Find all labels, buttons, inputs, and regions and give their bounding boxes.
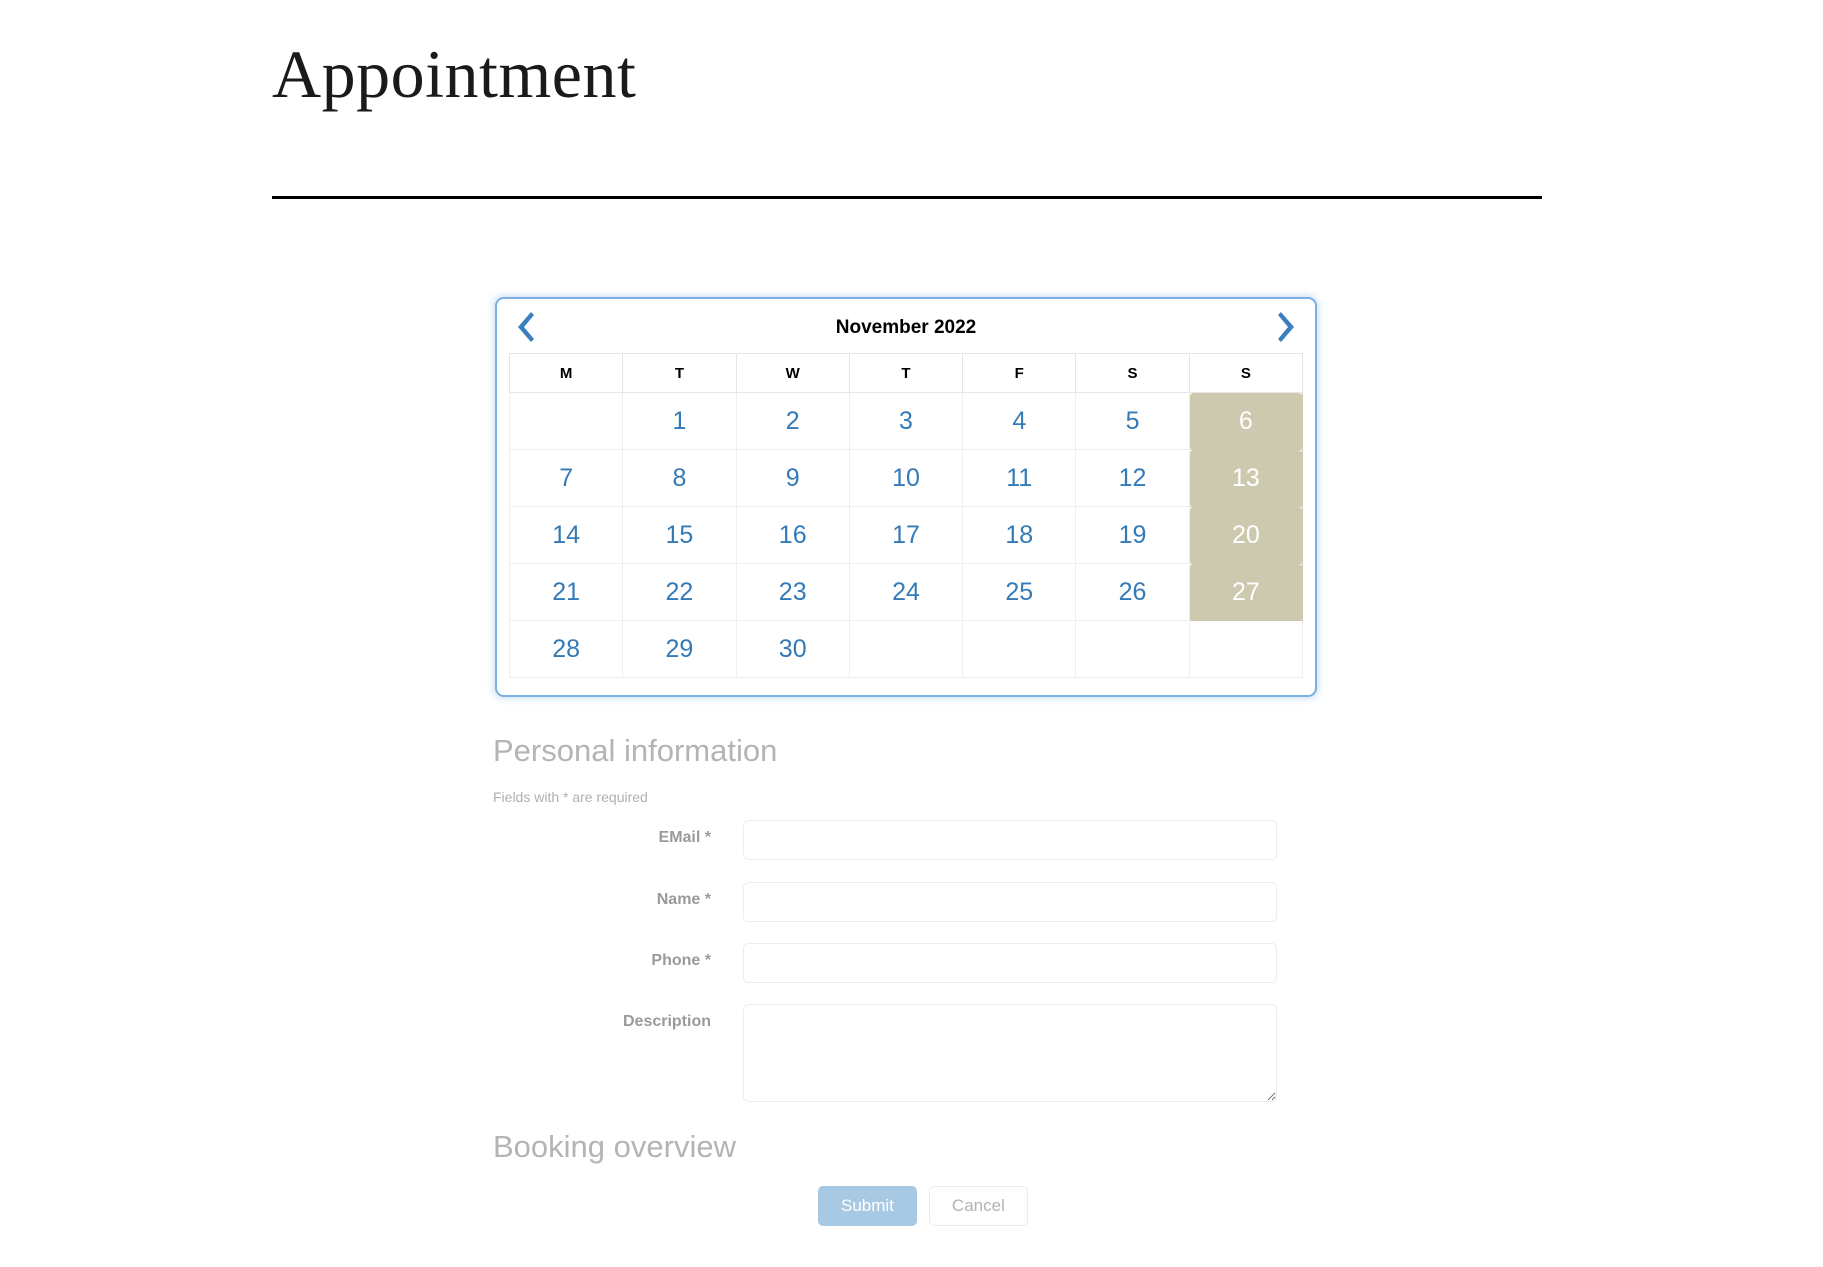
calendar-weekday-6: S (1188, 353, 1304, 393)
form-row-description: Description (493, 1004, 1315, 1102)
submit-button[interactable]: Submit (818, 1186, 917, 1227)
calendar-day[interactable]: 23 (735, 563, 850, 621)
title-divider (272, 196, 1542, 199)
phone-required-mark: * (704, 952, 711, 969)
calendar-day[interactable]: 4 (962, 392, 1077, 450)
phone-field[interactable] (743, 943, 1277, 983)
calendar-day[interactable]: 29 (622, 620, 737, 678)
calendar-day-empty (1075, 620, 1190, 678)
calendar-panel: November 2022 MTWTFSS 1 2 3 4 5 6 7 8 9 10 11 12 13 1… (495, 297, 1317, 697)
phone-label-text: Phone (651, 952, 701, 969)
page-title: Appointment (272, 35, 637, 112)
calendar-weekday-row: MTWTFSS (508, 353, 1304, 393)
calendar-day-disabled: 6 (1188, 392, 1304, 450)
calendar-week-row: 14 15 16 17 18 19 20 (508, 506, 1304, 564)
calendar-month-label: November 2022 (835, 317, 977, 338)
calendar-day[interactable]: 19 (1075, 506, 1190, 564)
calendar-day-empty (1188, 620, 1304, 678)
calendar-day[interactable]: 7 (508, 449, 624, 507)
calendar-day[interactable]: 9 (735, 449, 850, 507)
description-label: Description (493, 1004, 743, 1031)
email-label: EMail * (493, 820, 743, 847)
cancel-button[interactable]: Cancel (928, 1186, 1028, 1227)
calendar-day[interactable]: 12 (1075, 449, 1190, 507)
calendar-day[interactable]: 1 (622, 392, 737, 450)
next-month-button[interactable] (1261, 307, 1307, 347)
calendar-day[interactable]: 21 (508, 563, 624, 621)
calendar-week-row: 123456 (508, 392, 1304, 450)
calendar-day[interactable]: 17 (848, 506, 964, 564)
calendar-weekday-2: W (735, 353, 850, 393)
calendar-day[interactable]: 18 (962, 506, 1077, 564)
calendar-day-empty (508, 392, 624, 450)
calendar-weekday-3: T (848, 353, 964, 393)
chevron-right-icon (1274, 312, 1294, 342)
name-label: Name * (493, 882, 743, 909)
calendar-day[interactable]: 14 (508, 506, 624, 564)
description-field[interactable] (743, 1004, 1277, 1102)
booking-overview-heading: Booking overview (493, 1129, 736, 1164)
calendar-day[interactable]: 22 (622, 563, 737, 621)
calendar-day-empty (848, 620, 964, 678)
calendar-day[interactable]: 25 (962, 563, 1077, 621)
calendar-day[interactable]: 26 (1075, 563, 1190, 621)
calendar-week-row: 7 8 9 10 11 12 13 (508, 449, 1304, 507)
calendar-day[interactable]: 8 (622, 449, 737, 507)
email-required-mark: * (704, 829, 711, 846)
calendar-weekday-0: M (508, 353, 624, 393)
name-label-text: Name (656, 891, 701, 908)
personal-information-heading: Personal information (493, 733, 778, 768)
form-row-email: EMail * (493, 820, 1315, 860)
calendar-day-empty (962, 620, 1077, 678)
calendar-day[interactable]: 10 (848, 449, 964, 507)
email-field[interactable] (743, 820, 1277, 860)
form-row-name: Name * (493, 882, 1315, 922)
calendar-day-disabled: 13 (1188, 449, 1304, 507)
required-fields-note: Fields with * are required (493, 789, 648, 805)
calendar-day[interactable]: 24 (848, 563, 964, 621)
calendar-weekday-4: F (962, 353, 1077, 393)
phone-label: Phone * (493, 943, 743, 970)
calendar-day-disabled: 20 (1188, 506, 1304, 564)
calendar-day-disabled: 27 (1188, 563, 1304, 621)
calendar-day[interactable]: 11 (962, 449, 1077, 507)
calendar-day[interactable]: 2 (735, 392, 850, 450)
calendar-day[interactable]: 28 (508, 620, 624, 678)
calendar-week-row: 21 22 23 24 25 26 27 (508, 563, 1304, 621)
calendar-grid: MTWTFSS 1 2 3 4 5 6 7 8 9 10 11 12 13 14 15 16 17 18 19 20 2… (508, 353, 1304, 678)
calendar-weekday-5: S (1075, 353, 1190, 393)
calendar-day[interactable]: 3 (848, 392, 964, 450)
name-required-mark: * (704, 891, 711, 908)
form-actions: Submit Cancel (818, 1186, 1028, 1227)
form-row-phone: Phone * (493, 943, 1315, 983)
name-field[interactable] (743, 882, 1277, 922)
calendar-week-row: 28 29 30 (508, 620, 1304, 678)
calendar-day[interactable]: 16 (735, 506, 850, 564)
calendar-day[interactable]: 15 (622, 506, 737, 564)
email-label-text: EMail (658, 829, 701, 846)
description-label-text: Description (622, 1013, 711, 1030)
calendar-day[interactable]: 5 (1075, 392, 1190, 450)
calendar-weekday-1: T (622, 353, 737, 393)
calendar-day[interactable]: 30 (735, 620, 850, 678)
calendar-header: November 2022 (497, 299, 1315, 353)
